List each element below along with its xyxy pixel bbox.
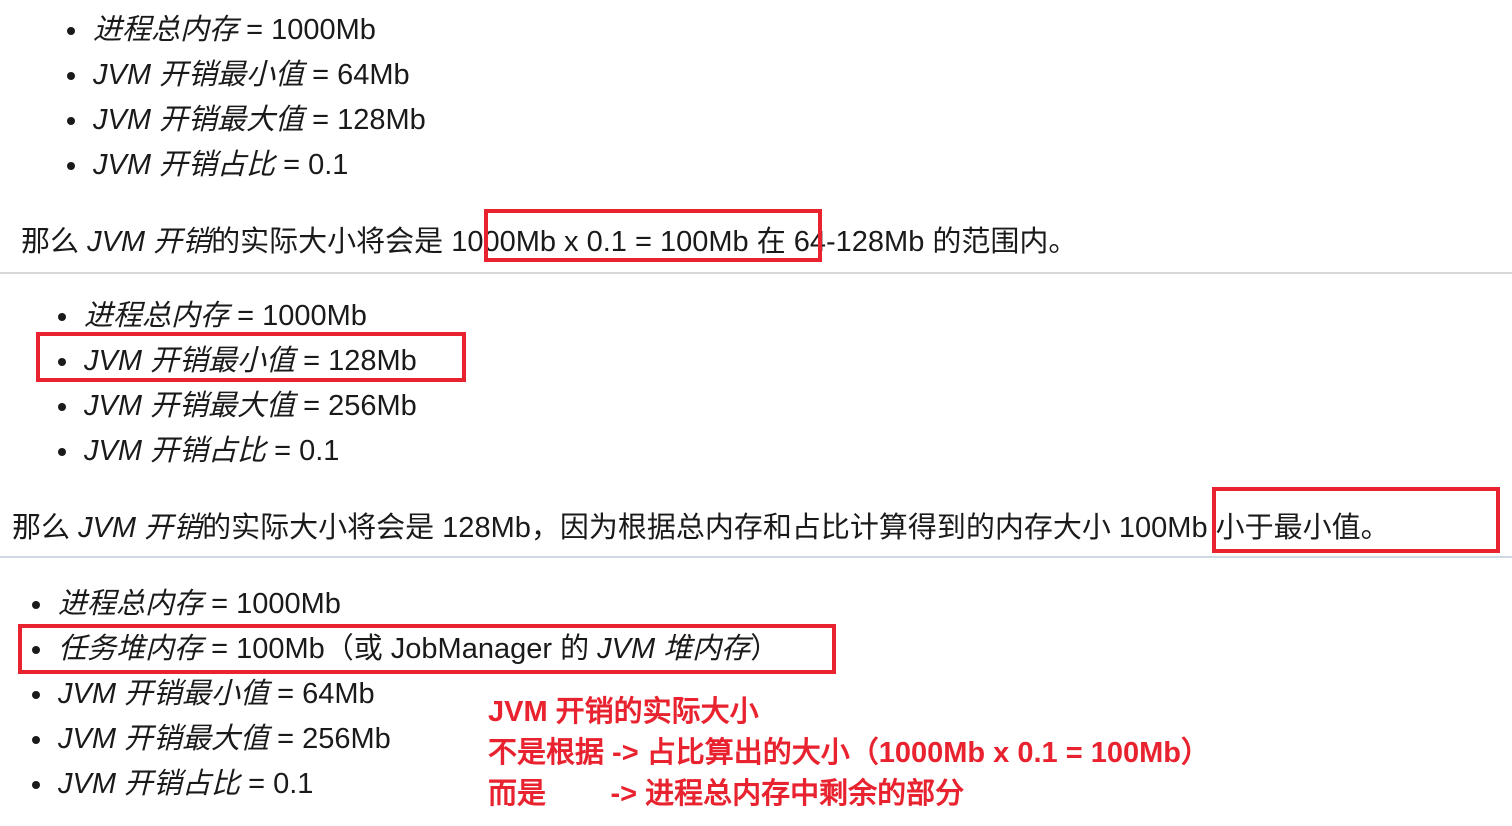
config-value: = 64Mb	[304, 59, 410, 91]
annotation-line: 不是根据 -> 占比算出的大小（1000Mb x 0.1 = 100Mb）	[488, 737, 1210, 769]
config-value: = 0.1	[266, 435, 340, 467]
highlight-box	[484, 209, 822, 262]
config-value: = 0.1	[275, 149, 349, 181]
annotation-line: JVM 开销的实际大小	[488, 696, 759, 728]
config-value: = 256Mb	[269, 723, 391, 755]
config-value: = 0.1	[240, 768, 314, 800]
list-item: 进程总内存 = 1000Mb	[67, 8, 426, 53]
list-item: JVM 开销占比 = 0.1	[58, 429, 417, 474]
config-value: = 256Mb	[295, 390, 417, 422]
config-list: 进程总内存 = 1000Mb JVM 开销最小值 = 64Mb JVM 开销最大…	[67, 8, 426, 188]
highlight-box	[36, 332, 466, 382]
list-item: JVM 开销最小值 = 64Mb	[67, 53, 426, 98]
config-term: JVM 开销最大值	[84, 390, 296, 422]
example-panel-3: 进程总内存 = 1000Mb 任务堆内存 = 100Mb（或 JobManage…	[0, 556, 1512, 826]
config-value: = 1000Mb	[238, 14, 376, 46]
para-text: 的实际大小将会是	[211, 226, 452, 258]
config-term: 进程总内存	[84, 300, 230, 332]
config-value: = 128Mb	[304, 104, 426, 136]
annotation-line: 而是 -> 进程总内存中剩余的部分	[488, 778, 965, 810]
config-term: JVM 开销占比	[58, 768, 241, 800]
config-list: 进程总内存 = 1000Mb JVM 开销最小值 = 128Mb JVM 开销最…	[58, 294, 417, 474]
config-term: JVM 开销最大值	[58, 723, 270, 755]
config-term: 进程总内存	[58, 588, 204, 620]
list-item: JVM 开销占比 = 0.1	[67, 143, 426, 188]
config-term: JVM 开销最小值	[58, 678, 270, 710]
para-term: JVM 开销	[87, 226, 212, 258]
config-term: JVM 开销最小值	[93, 59, 305, 91]
para-text: 那么	[21, 226, 88, 258]
list-item: JVM 开销最大值 = 256Mb	[58, 384, 417, 429]
config-term: 进程总内存	[93, 14, 239, 46]
list-item: JVM 开销最大值 = 128Mb	[67, 98, 426, 143]
config-value: = 64Mb	[269, 678, 375, 710]
explanation-paragraph: 那么 JVM 开销的实际大小将会是 128Mb，因为根据总内存和占比计算得到的内…	[12, 508, 1390, 548]
para-text: 那么	[12, 512, 79, 544]
example-panel-2: 进程总内存 = 1000Mb JVM 开销最小值 = 128Mb JVM 开销最…	[0, 272, 1512, 558]
config-value: = 1000Mb	[203, 588, 341, 620]
config-term: JVM 开销占比	[84, 435, 267, 467]
para-term: JVM 开销	[78, 512, 203, 544]
highlight-box	[1212, 487, 1500, 553]
config-value: = 1000Mb	[229, 300, 367, 332]
para-text: 的实际大小将会是 128Mb，因为根据总内存和占比计算得到的内存大小	[202, 512, 1119, 544]
config-term: JVM 开销占比	[93, 149, 276, 181]
list-item: 进程总内存 = 1000Mb	[31, 582, 779, 627]
config-term: JVM 开销最大值	[93, 104, 305, 136]
highlight-box	[18, 624, 836, 674]
example-panel-1: 进程总内存 = 1000Mb JVM 开销最小值 = 64Mb JVM 开销最大…	[0, 0, 1512, 272]
